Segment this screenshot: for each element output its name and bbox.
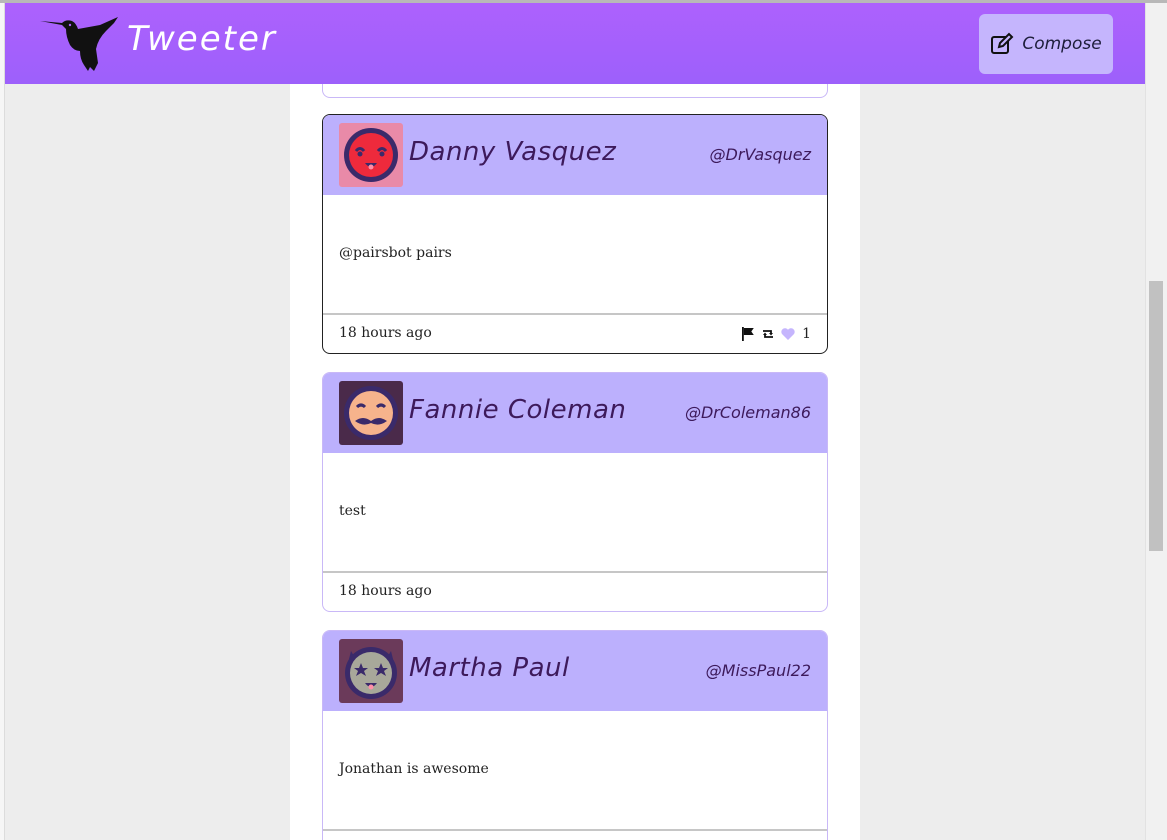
edit-icon xyxy=(991,32,1014,54)
tweet-footer: 18 hours ago xyxy=(323,573,827,611)
tweet-timestamp: 18 hours ago xyxy=(339,583,432,599)
heart-icon[interactable] xyxy=(780,326,796,342)
flag-icon[interactable] xyxy=(740,326,756,342)
tweet-card[interactable]: Fannie Coleman @DrColeman86 test 18 hour… xyxy=(322,372,828,612)
tweet-timestamp: 18 hours ago xyxy=(339,325,432,341)
tweet-header: Martha Paul @MissPaul22 xyxy=(323,631,827,711)
retweet-icon[interactable] xyxy=(760,326,776,342)
tweet-header: Danny Vasquez @DrVasquez xyxy=(323,115,827,195)
tweet-text: Jonathan is awesome xyxy=(339,761,489,777)
page-scrollbar[interactable] xyxy=(1145,3,1167,840)
tweet-header: Fannie Coleman @DrColeman86 xyxy=(323,373,827,453)
tweet-body: @pairsbot pairs xyxy=(323,195,827,315)
tweet-text: @pairsbot pairs xyxy=(339,245,452,261)
top-navbar: Tweeter Compose xyxy=(5,3,1145,84)
tweet-card[interactable]: Danny Vasquez @DrVasquez @pairsbot pairs… xyxy=(322,114,828,354)
compose-button[interactable]: Compose xyxy=(979,14,1113,74)
tweet-author-name: Danny Vasquez xyxy=(409,137,617,167)
mustache-face-avatar-icon xyxy=(339,381,403,445)
star-eyes-face-avatar-icon xyxy=(339,639,403,703)
tweet-author-name: Martha Paul xyxy=(409,653,570,683)
compose-button-label: Compose xyxy=(1022,34,1102,54)
tweet-footer: 18 hours ago 1 xyxy=(323,315,827,353)
tweet-author-handle[interactable]: @DrVasquez xyxy=(710,145,812,164)
tweet-author-name: Fannie Coleman xyxy=(409,395,627,425)
hummingbird-logo-icon xyxy=(40,17,118,71)
tweet-author-handle[interactable]: @DrColeman86 xyxy=(685,403,811,422)
page-background-right xyxy=(860,84,1145,840)
tweet-actions: 1 xyxy=(740,326,811,342)
tweet-body: test xyxy=(323,453,827,573)
tweet-text: test xyxy=(339,503,366,519)
tweet-author-handle[interactable]: @MissPaul22 xyxy=(706,661,811,680)
page-background-left xyxy=(5,84,290,840)
red-face-avatar-icon xyxy=(339,123,403,187)
tweet-card[interactable]: Martha Paul @MissPaul22 Jonathan is awes… xyxy=(322,630,828,840)
tweet-body: Jonathan is awesome xyxy=(323,711,827,831)
app-title: Tweeter xyxy=(127,19,277,59)
scrollbar-thumb[interactable] xyxy=(1149,281,1163,551)
like-count: 1 xyxy=(802,326,811,342)
